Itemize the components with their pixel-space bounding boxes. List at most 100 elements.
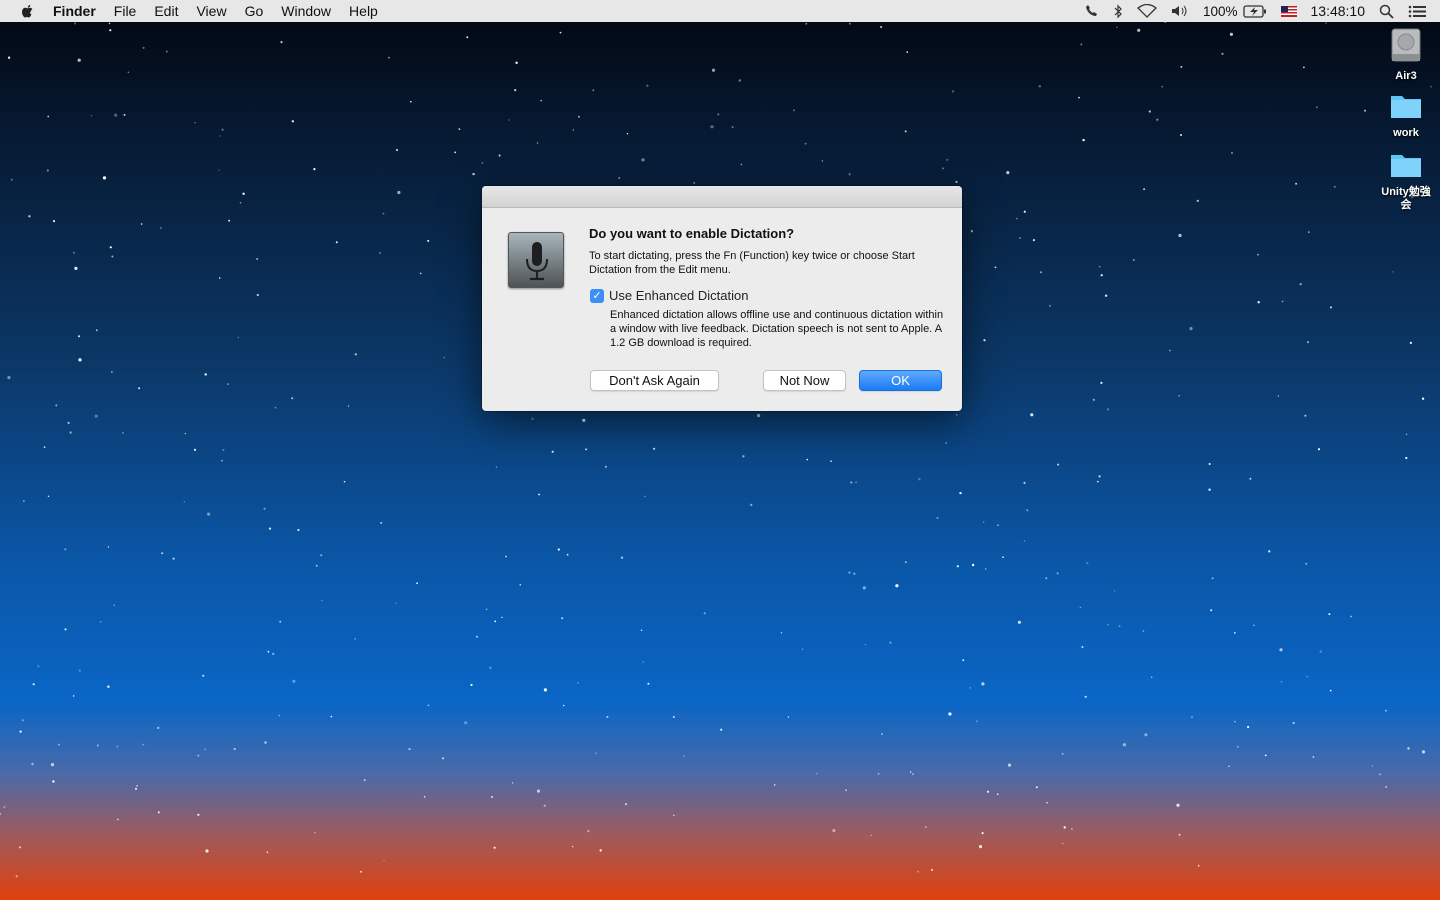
star	[78, 358, 82, 362]
menu-go[interactable]: Go	[236, 3, 273, 19]
checkmark-icon[interactable]: ✓	[590, 288, 604, 303]
star	[218, 277, 221, 279]
star	[672, 716, 675, 718]
ok-button[interactable]: OK	[859, 370, 942, 391]
star	[268, 527, 272, 530]
star	[1234, 720, 1236, 723]
dont-ask-again-button[interactable]: Don't Ask Again	[590, 370, 719, 391]
star	[731, 126, 734, 129]
star	[197, 754, 200, 757]
star	[172, 557, 175, 560]
star	[592, 89, 595, 92]
star	[855, 481, 858, 484]
desktop-icon-air3[interactable]: Air3	[1376, 28, 1436, 83]
star	[427, 704, 430, 707]
star	[951, 90, 955, 93]
star	[472, 172, 475, 176]
star	[183, 501, 185, 503]
notification-center-icon[interactable]	[1408, 5, 1426, 18]
star	[1277, 395, 1280, 397]
menu-view[interactable]: View	[187, 3, 235, 19]
battery-charging-icon[interactable]	[1242, 4, 1267, 18]
star	[562, 704, 565, 707]
star	[1180, 134, 1182, 136]
star	[157, 726, 160, 730]
enhanced-dictation-description: Enhanced dictation allows offline use an…	[610, 309, 944, 349]
star	[94, 414, 98, 418]
star	[881, 733, 883, 735]
star	[551, 450, 554, 453]
star	[1118, 625, 1121, 628]
star	[904, 130, 907, 133]
star	[561, 617, 564, 620]
wifi-icon[interactable]	[1136, 4, 1157, 18]
spotlight-search-icon[interactable]	[1379, 4, 1394, 19]
star	[1385, 785, 1388, 789]
menu-finder[interactable]: Finder	[44, 3, 105, 19]
clock[interactable]: 13:48:10	[1311, 3, 1366, 19]
star	[58, 743, 60, 746]
star	[1019, 237, 1021, 239]
us-flag-input-icon[interactable]	[1280, 5, 1297, 17]
star	[194, 122, 196, 124]
star	[605, 465, 607, 468]
star	[970, 230, 974, 233]
star	[1045, 577, 1048, 580]
star	[742, 455, 745, 458]
star	[1142, 630, 1145, 633]
star	[505, 555, 507, 558]
star	[1312, 756, 1315, 758]
star	[864, 644, 867, 646]
star	[354, 638, 356, 640]
star	[67, 421, 70, 425]
star	[64, 548, 67, 551]
star	[571, 845, 574, 848]
menu-file[interactable]: File	[105, 3, 146, 19]
star	[1430, 85, 1432, 88]
star	[18, 846, 21, 849]
not-now-button[interactable]: Not Now	[763, 370, 846, 391]
desktop-icon-label: Unity勉強会	[1381, 186, 1431, 211]
star	[74, 266, 78, 270]
star	[514, 89, 517, 92]
star	[64, 628, 67, 631]
desktop-icon-work[interactable]: work	[1376, 93, 1436, 140]
star	[72, 695, 75, 697]
star	[222, 448, 225, 451]
star	[256, 258, 259, 260]
star	[780, 632, 783, 634]
phone-icon[interactable]	[1085, 4, 1099, 18]
star	[142, 46, 145, 49]
star	[72, 251, 75, 254]
battery-percent[interactable]: 100%	[1203, 4, 1238, 19]
star	[515, 61, 518, 64]
star	[117, 818, 119, 821]
star	[1079, 606, 1082, 609]
star	[1104, 294, 1108, 297]
star	[52, 220, 56, 223]
menu-window[interactable]: Window	[272, 3, 340, 19]
desktop-icon-unity[interactable]: Unity勉強会	[1376, 152, 1436, 212]
apple-menu-icon[interactable]	[20, 3, 36, 19]
star	[95, 329, 98, 332]
bluetooth-icon[interactable]	[1113, 4, 1123, 19]
star	[1330, 306, 1332, 309]
star	[618, 177, 621, 179]
menu-edit[interactable]: Edit	[145, 3, 187, 19]
star	[848, 173, 851, 176]
star	[959, 491, 962, 495]
star	[470, 683, 473, 687]
star	[1002, 556, 1004, 558]
checkbox-label[interactable]: Use Enhanced Dictation	[609, 288, 748, 303]
star	[157, 811, 160, 814]
enhanced-dictation-checkbox[interactable]: ✓ Use Enhanced Dictation	[590, 288, 748, 303]
star	[1211, 577, 1214, 580]
star	[536, 789, 541, 793]
volume-icon[interactable]	[1171, 4, 1189, 18]
menu-help[interactable]: Help	[340, 3, 387, 19]
star	[490, 795, 494, 799]
star	[982, 521, 985, 524]
star	[640, 629, 643, 631]
star	[787, 716, 790, 718]
star	[853, 572, 856, 575]
